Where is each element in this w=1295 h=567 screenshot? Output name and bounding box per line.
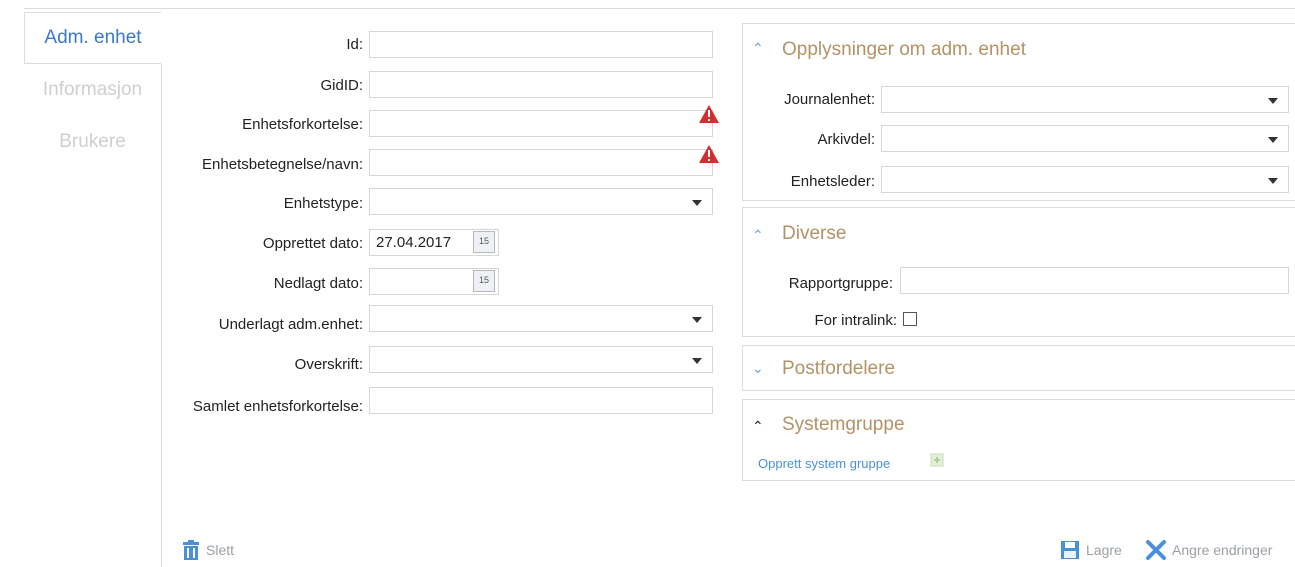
underlagt-label: Underlagt adm.enhet:	[218, 316, 363, 333]
overskrift-select[interactable]	[369, 346, 713, 373]
underlagt-select[interactable]	[369, 305, 713, 332]
journalenhet-select[interactable]	[881, 86, 1289, 113]
enhetsleder-label: Enhetsleder:	[790, 173, 875, 190]
chevron-down-icon	[692, 358, 702, 364]
enhetsbetegnelse-label: Enhetsbetegnelse/navn:	[202, 156, 363, 173]
samlet-field[interactable]	[369, 387, 713, 414]
chevron-down-icon	[692, 317, 702, 323]
postfordelere-title[interactable]: Postfordelere	[782, 358, 895, 380]
chevron-down-icon	[692, 200, 702, 206]
overskrift-label: Overskrift:	[294, 356, 363, 373]
save-icon[interactable]	[1060, 540, 1080, 560]
create-system-group-link[interactable]: Opprett system gruppe	[758, 456, 890, 471]
enhetsleder-select[interactable]	[881, 166, 1289, 193]
chevron-down-icon	[1268, 178, 1278, 184]
id-field[interactable]	[369, 31, 713, 58]
intralink-checkbox[interactable]	[903, 312, 917, 326]
diverse-title[interactable]: Diverse	[782, 223, 846, 245]
gidid-field[interactable]	[369, 71, 713, 98]
arkivdel-select[interactable]	[881, 125, 1289, 152]
undo-button[interactable]: Angre endringer	[1172, 542, 1272, 558]
calendar-icon[interactable]: 15	[473, 231, 495, 253]
close-icon[interactable]	[1145, 540, 1167, 560]
enhetstype-label: Enhetstype:	[283, 195, 363, 212]
tab-brukere[interactable]: Brukere	[24, 116, 161, 168]
enhetsforkortelse-label: Enhetsforkortelse:	[242, 116, 363, 133]
chevron-up-icon[interactable]: ⌃	[752, 418, 764, 435]
journalenhet-label: Journalenhet:	[784, 91, 875, 108]
delete-button[interactable]: Slett	[206, 542, 234, 558]
add-group-icon[interactable]	[930, 453, 944, 467]
chevron-up-icon[interactable]: ⌃	[752, 227, 764, 244]
chevron-down-icon	[1268, 98, 1278, 104]
opprettet-label: Opprettet dato:	[262, 235, 363, 252]
tab-adm-enhet[interactable]: Adm. enhet	[24, 12, 161, 64]
intralink-label: For intralink:	[814, 312, 897, 329]
opplysninger-title[interactable]: Opplysninger om adm. enhet	[782, 39, 1026, 61]
save-button[interactable]: Lagre	[1086, 542, 1122, 558]
tab-informasjon[interactable]: Informasjon	[24, 64, 161, 116]
samlet-label: Samlet enhetsforkortelse:	[192, 398, 363, 415]
chevron-down-icon	[1268, 137, 1278, 143]
rapportgruppe-field[interactable]	[900, 267, 1289, 294]
arkivdel-label: Arkivdel:	[817, 131, 875, 148]
id-label: Id:	[346, 36, 363, 53]
chevron-up-icon[interactable]: ⌃	[752, 40, 764, 57]
required-warning-icon	[699, 105, 719, 123]
top-border	[24, 8, 1295, 9]
gidid-label: GidID:	[320, 77, 363, 94]
systemgruppe-title[interactable]: Systemgruppe	[782, 414, 905, 436]
chevron-down-icon[interactable]: ⌄	[752, 360, 764, 377]
enhetstype-select[interactable]	[369, 188, 713, 215]
required-warning-icon	[699, 145, 719, 163]
enhetsbetegnelse-field[interactable]	[369, 149, 713, 176]
enhetsforkortelse-field[interactable]	[369, 110, 713, 137]
tab-divider	[161, 64, 162, 567]
calendar-icon[interactable]: 15	[473, 270, 495, 292]
rapportgruppe-label: Rapportgruppe:	[788, 275, 893, 292]
trash-icon[interactable]	[182, 540, 200, 560]
nedlagt-label: Nedlagt dato:	[273, 275, 363, 292]
